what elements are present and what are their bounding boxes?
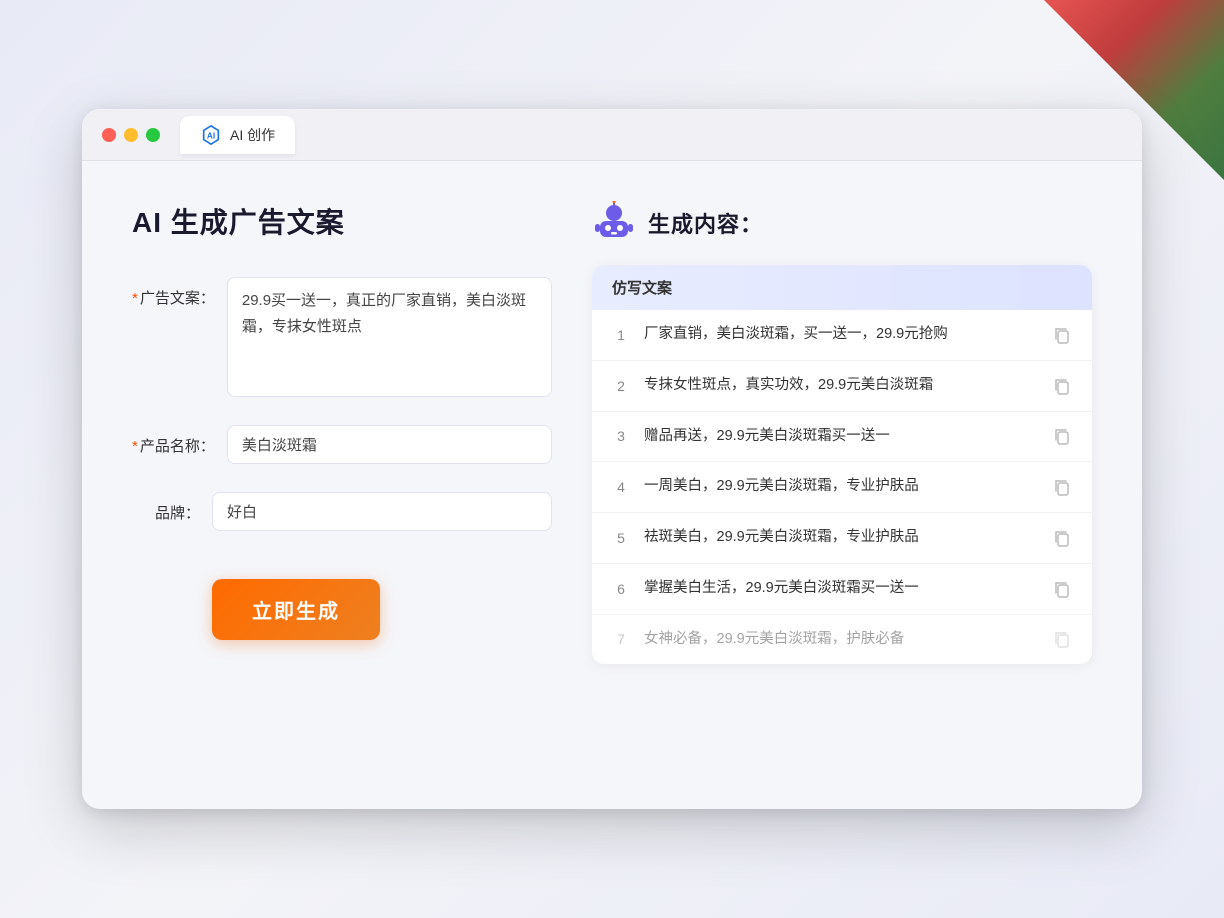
robot-icon <box>592 201 636 245</box>
copy-icon-4[interactable] <box>1052 477 1072 497</box>
textarea-ad-copy[interactable]: 29.9买一送一，真正的厂家直销，美白淡斑霜，专抹女性斑点 <box>227 277 552 397</box>
window-controls <box>102 128 160 142</box>
result-text-7: 女神必备，29.9元美白淡斑霜，护肤必备 <box>644 629 1038 651</box>
window-maximize-button[interactable] <box>146 128 160 142</box>
result-num-5: 5 <box>612 530 630 546</box>
label-product-name: *产品名称： <box>132 425 227 456</box>
result-text-2: 专抹女性斑点，真实功效，29.9元美白淡斑霜 <box>644 375 1038 397</box>
result-text-6: 掌握美白生活，29.9元美白淡斑霜买一送一 <box>644 578 1038 600</box>
window-close-button[interactable] <box>102 128 116 142</box>
left-panel: AI 生成广告文案 *广告文案： 29.9买一送一，真正的厂家直销，美白淡斑霜，… <box>132 201 552 761</box>
input-brand[interactable] <box>212 492 552 531</box>
result-text-5: 祛斑美白，29.9元美白淡斑霜，专业护肤品 <box>644 527 1038 549</box>
right-header: 生成内容： <box>592 201 1092 245</box>
result-row: 1 厂家直销，美白淡斑霜，买一送一，29.9元抢购 <box>592 310 1092 361</box>
result-text-4: 一周美白，29.9元美白淡斑霜，专业护肤品 <box>644 476 1038 498</box>
copy-icon-5[interactable] <box>1052 528 1072 548</box>
right-panel: 生成内容： 仿写文案 1 厂家直销，美白淡斑霜，买一送一，29.9元抢购 2 <box>592 201 1092 761</box>
results-header: 仿写文案 <box>592 265 1092 310</box>
browser-tab[interactable]: AI AI 创作 <box>180 116 295 154</box>
label-brand: 品牌： <box>132 492 212 523</box>
result-num-1: 1 <box>612 327 630 343</box>
result-row: 4 一周美白，29.9元美白淡斑霜，专业护肤品 <box>592 462 1092 513</box>
required-star-ad-copy: * <box>132 290 138 307</box>
result-text-3: 赠品再送，29.9元美白淡斑霜买一送一 <box>644 426 1038 448</box>
input-product-name[interactable] <box>227 425 552 464</box>
result-text-1: 厂家直销，美白淡斑霜，买一送一，29.9元抢购 <box>644 324 1038 346</box>
generate-button[interactable]: 立即生成 <box>212 579 380 640</box>
required-star-product: * <box>132 438 138 455</box>
label-ad-copy: *广告文案： <box>132 277 227 308</box>
form-group-ad-copy: *广告文案： 29.9买一送一，真正的厂家直销，美白淡斑霜，专抹女性斑点 <box>132 277 552 397</box>
page-title: AI 生成广告文案 <box>132 201 552 241</box>
right-title: 生成内容： <box>648 207 763 239</box>
result-row: 2 专抹女性斑点，真实功效，29.9元美白淡斑霜 <box>592 361 1092 412</box>
result-num-3: 3 <box>612 428 630 444</box>
results-container: 仿写文案 1 厂家直销，美白淡斑霜，买一送一，29.9元抢购 2 专抹女性斑点，… <box>592 265 1092 664</box>
copy-icon-6[interactable] <box>1052 579 1072 599</box>
copy-icon-7[interactable] <box>1052 629 1072 649</box>
form-group-product-name: *产品名称： <box>132 425 552 464</box>
ai-tab-icon: AI <box>200 124 222 146</box>
result-num-7: 7 <box>612 631 630 647</box>
result-num-6: 6 <box>612 581 630 597</box>
svg-text:AI: AI <box>207 131 215 140</box>
result-row: 7 女神必备，29.9元美白淡斑霜，护肤必备 <box>592 615 1092 665</box>
browser-window: AI AI 创作 AI 生成广告文案 *广告文案： 29.9买一送一，真正的厂家… <box>82 109 1142 809</box>
result-row: 3 赠品再送，29.9元美白淡斑霜买一送一 <box>592 412 1092 463</box>
tab-label: AI 创作 <box>230 125 275 145</box>
copy-icon-3[interactable] <box>1052 426 1072 446</box>
result-row: 6 掌握美白生活，29.9元美白淡斑霜买一送一 <box>592 564 1092 615</box>
result-row: 5 祛斑美白，29.9元美白淡斑霜，专业护肤品 <box>592 513 1092 564</box>
form-group-brand: 品牌： <box>132 492 552 531</box>
result-num-2: 2 <box>612 378 630 394</box>
copy-icon-1[interactable] <box>1052 325 1072 345</box>
result-num-4: 4 <box>612 479 630 495</box>
browser-titlebar: AI AI 创作 <box>82 109 1142 161</box>
window-minimize-button[interactable] <box>124 128 138 142</box>
browser-content: AI 生成广告文案 *广告文案： 29.9买一送一，真正的厂家直销，美白淡斑霜，… <box>82 161 1142 801</box>
copy-icon-2[interactable] <box>1052 376 1072 396</box>
